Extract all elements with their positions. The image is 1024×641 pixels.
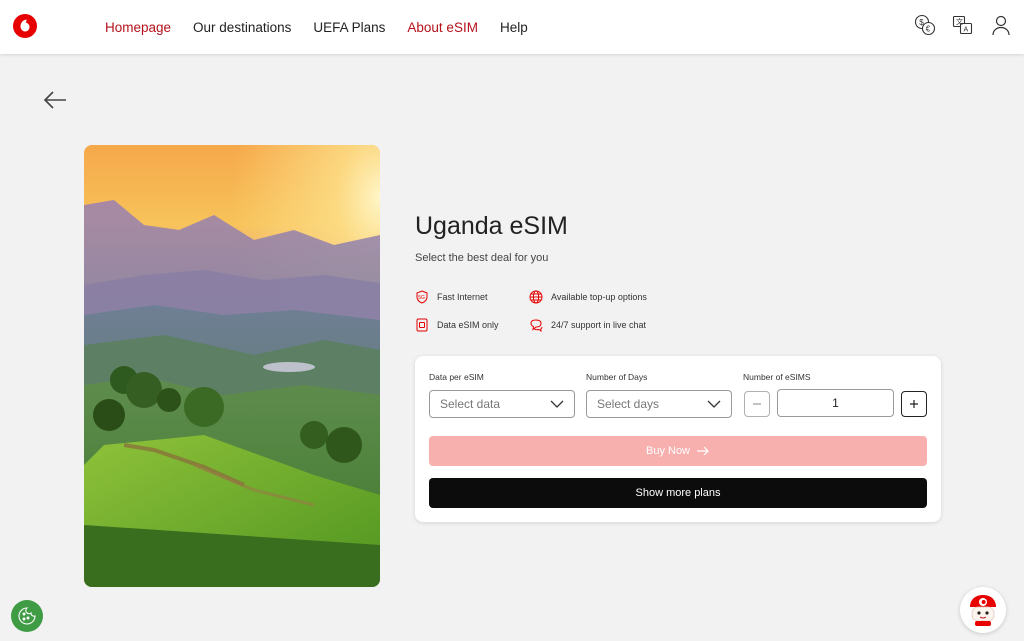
data-per-esim-label: Data per eSIM	[429, 372, 484, 382]
plan-selector-card: Data per eSIM Select data Number of Days…	[415, 356, 941, 522]
nav-help[interactable]: Help	[500, 20, 528, 35]
plus-icon	[910, 400, 918, 408]
svg-text:A: A	[964, 27, 969, 34]
page-subtitle: Select the best deal for you	[415, 252, 549, 264]
days-select-placeholder: Select days	[597, 397, 660, 411]
feature-top-up: Available top-up options	[529, 290, 647, 304]
page-title: Uganda eSIM	[415, 212, 568, 240]
buy-now-label: Buy Now	[645, 445, 691, 457]
nav-uefa-plans[interactable]: UEFA Plans	[313, 20, 385, 35]
5g-icon: 5G	[415, 290, 429, 304]
svg-text:文: 文	[956, 17, 963, 26]
vodafone-logo[interactable]	[13, 14, 37, 38]
user-icon[interactable]	[990, 14, 1012, 36]
destination-photo	[84, 145, 380, 587]
number-of-days-label: Number of Days	[586, 372, 648, 382]
cookie-icon	[18, 607, 36, 625]
number-of-esims-label: Number of eSIMS	[743, 372, 811, 382]
language-icon[interactable]: 文 A	[952, 14, 974, 36]
arrow-right-icon	[697, 446, 709, 456]
buy-now-button[interactable]: Buy Now	[429, 436, 927, 466]
nav-about-esim[interactable]: About eSIM	[407, 20, 478, 35]
assistant-avatar-icon	[970, 595, 996, 626]
svg-text:€: €	[926, 25, 931, 34]
data-select-placeholder: Select data	[440, 397, 501, 411]
top-bar: Homepage Our destinations UEFA Plans Abo…	[0, 0, 1024, 54]
feature-label: 24/7 support in live chat	[551, 320, 647, 330]
feature-support: 24/7 support in live chat	[529, 318, 647, 333]
chevron-down-icon	[707, 400, 721, 408]
decrement-button[interactable]	[744, 391, 770, 417]
globe-icon	[529, 290, 543, 304]
back-arrow-icon[interactable]	[42, 88, 68, 112]
svg-text:5G: 5G	[418, 295, 425, 301]
days-select[interactable]: Select days	[586, 390, 732, 418]
sim-icon	[415, 318, 429, 332]
data-select[interactable]: Select data	[429, 390, 575, 418]
esim-quantity-input[interactable]: 1	[777, 389, 894, 417]
cookie-settings-button[interactable]	[11, 600, 43, 632]
feature-fast-internet: 5G Fast Internet	[415, 290, 488, 304]
increment-button[interactable]	[901, 391, 927, 417]
chevron-down-icon	[550, 400, 564, 408]
chat-support-icon	[529, 318, 543, 333]
minus-icon	[753, 403, 761, 405]
main-nav: Homepage Our destinations UEFA Plans Abo…	[105, 0, 528, 54]
header-actions: $ € 文 A	[914, 14, 1012, 36]
feature-label: Available top-up options	[551, 292, 647, 302]
show-more-plans-button[interactable]: Show more plans	[429, 478, 927, 508]
nav-our-destinations[interactable]: Our destinations	[193, 20, 291, 35]
currency-icon[interactable]: $ €	[914, 14, 936, 36]
feature-label: Fast Internet	[437, 292, 488, 302]
feature-label: Data eSIM only	[437, 320, 499, 330]
nav-homepage[interactable]: Homepage	[105, 20, 171, 35]
chat-assistant-button[interactable]	[960, 587, 1006, 633]
feature-data-only: Data eSIM only	[415, 318, 499, 332]
